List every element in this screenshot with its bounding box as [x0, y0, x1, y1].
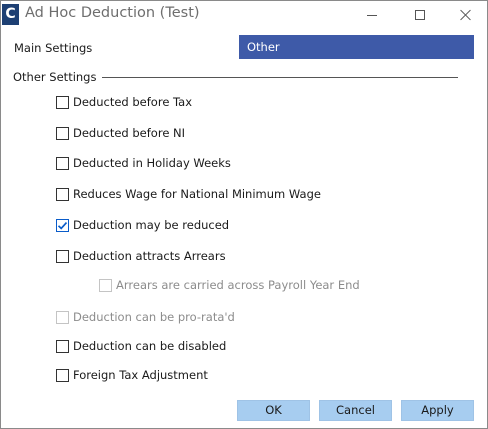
minimize-icon: [367, 14, 377, 16]
checkbox-label: Deducted before Tax: [73, 95, 193, 109]
minimize-button[interactable]: [349, 1, 395, 29]
checkbox-box[interactable]: [56, 339, 69, 353]
deduction-may-be-reduced-checkbox[interactable]: Deduction may be reduced: [56, 217, 229, 233]
checkbox-label: Deducted before NI: [73, 126, 186, 140]
maximize-button[interactable]: [397, 1, 443, 29]
foreign-tax-adjustment-checkbox[interactable]: Foreign Tax Adjustment: [56, 367, 208, 383]
ok-button[interactable]: OK: [237, 400, 310, 421]
checkbox-label: Deduction attracts Arrears: [73, 249, 226, 263]
other-settings-heading: Other Settings: [13, 70, 103, 84]
main-settings-label: Main Settings: [14, 41, 93, 55]
app-logo-icon: C: [2, 4, 19, 25]
deducted-in-holiday-weeks-checkbox[interactable]: Deducted in Holiday Weeks: [56, 155, 231, 171]
checkbox-box[interactable]: [56, 249, 69, 263]
checkbox-box: [56, 310, 69, 324]
checkbox-label: Deduction can be disabled: [73, 339, 227, 353]
checkbox-box[interactable]: [56, 95, 69, 109]
checkbox-checked-icon[interactable]: [56, 218, 69, 232]
maximize-icon: [415, 10, 425, 20]
deducted-before-ni-checkbox[interactable]: Deducted before NI: [56, 125, 185, 141]
checkbox-label: Arrears are carried across Payroll Year …: [116, 278, 360, 292]
checkbox-label: Foreign Tax Adjustment: [73, 368, 208, 382]
checkbox-label: Deducted in Holiday Weeks: [73, 156, 231, 170]
deduction-pro-rata-checkbox: Deduction can be pro-rata'd: [56, 309, 235, 325]
deduction-can-be-disabled-checkbox[interactable]: Deduction can be disabled: [56, 338, 226, 354]
arrears-carried-across-year-end-checkbox: Arrears are carried across Payroll Year …: [99, 277, 360, 293]
checkbox-label: Deduction can be pro-rata'd: [73, 310, 235, 324]
checkbox-box[interactable]: [56, 368, 69, 382]
deducted-before-tax-checkbox[interactable]: Deducted before Tax: [56, 94, 192, 110]
title-bar[interactable]: C Ad Hoc Deduction (Test): [1, 1, 487, 29]
checkbox-label: Reduces Wage for National Minimum Wage: [73, 187, 321, 201]
checkbox-box[interactable]: [56, 126, 69, 140]
window-title: Ad Hoc Deduction (Test): [25, 5, 200, 21]
section-divider: [101, 77, 458, 78]
checkbox-box[interactable]: [56, 156, 69, 170]
reduces-wage-nmw-checkbox[interactable]: Reduces Wage for National Minimum Wage: [56, 186, 321, 202]
checkbox-box: [99, 278, 112, 292]
other-settings-section: Other Settings: [13, 70, 458, 84]
checkbox-box[interactable]: [56, 187, 69, 201]
close-icon: [460, 9, 472, 21]
checkbox-label: Deduction may be reduced: [73, 218, 230, 232]
deduction-attracts-arrears-checkbox[interactable]: Deduction attracts Arrears: [56, 248, 226, 264]
close-button[interactable]: [443, 1, 488, 29]
dialog-window: C Ad Hoc Deduction (Test) Main Settings …: [0, 0, 488, 429]
cancel-button[interactable]: Cancel: [319, 400, 392, 421]
main-settings-dropdown[interactable]: Other: [239, 35, 474, 59]
apply-button[interactable]: Apply: [401, 400, 474, 421]
